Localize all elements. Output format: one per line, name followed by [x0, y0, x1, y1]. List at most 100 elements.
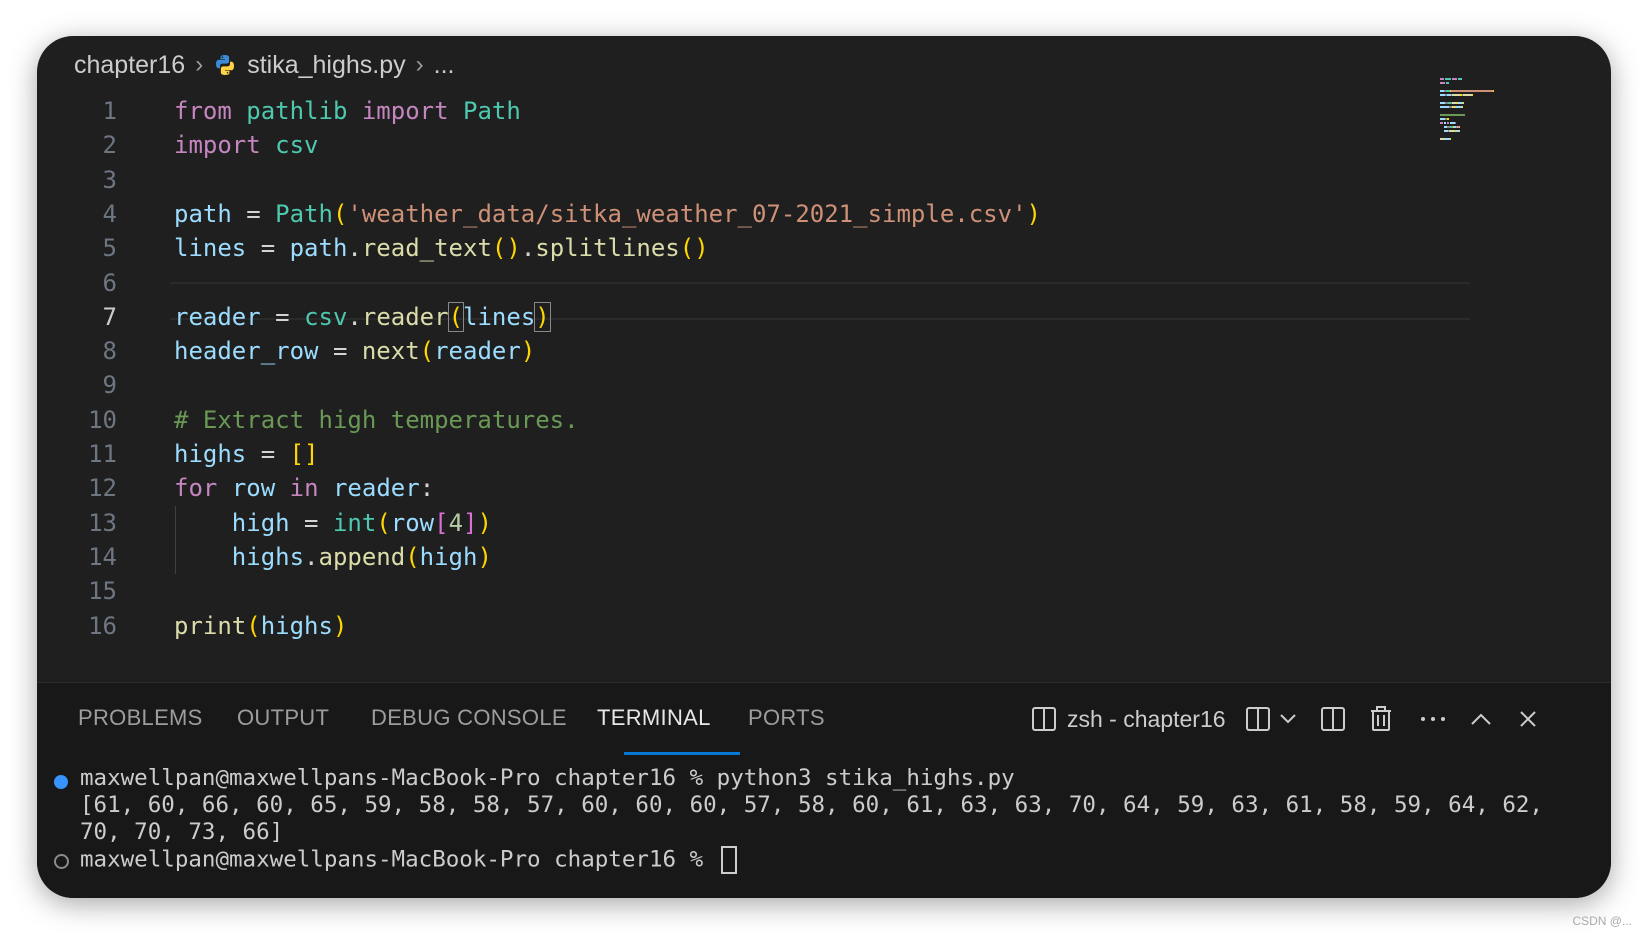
maximize-chevron-up-icon [1470, 712, 1492, 726]
code-token: pathlib [246, 97, 348, 125]
code-text: # Extract high temperatures. [174, 402, 579, 438]
code-token: ( [376, 508, 391, 537]
minimap-stroke [1449, 138, 1451, 140]
command-empty-dot [54, 854, 69, 869]
terminal-name: zsh - chapter16 [1067, 705, 1226, 732]
minimap-stroke [1450, 90, 1494, 92]
new-terminal-split-button[interactable] [1245, 699, 1297, 739]
code-line[interactable]: 6 [37, 265, 1437, 301]
bottom-panel: PROBLEMS OUTPUT DEBUG CONSOLE TERMINAL P… [37, 682, 1611, 898]
code-token: next [361, 337, 420, 366]
split-terminal-icon [1245, 706, 1271, 732]
close-panel-button[interactable] [1518, 699, 1538, 739]
minimap-stroke [1462, 94, 1472, 96]
tab-debug-console[interactable]: DEBUG CONSOLE [371, 705, 567, 731]
code-line[interactable]: 13 high = int(row[4]) [37, 505, 1437, 541]
code-line[interactable]: 11 highs = [] [37, 436, 1437, 472]
tab-terminal[interactable]: TERMINAL [597, 705, 711, 731]
terminal-selector[interactable]: zsh - chapter16 [1031, 699, 1226, 739]
line-number: 15 [88, 577, 117, 606]
code-line[interactable]: 16 print(highs) [37, 608, 1437, 644]
minimap-stroke [1458, 126, 1460, 128]
code-token: [ [434, 508, 449, 537]
code-line[interactable]: 9 [37, 367, 1437, 403]
code-token: . [347, 302, 362, 331]
split-editor-icon [1320, 706, 1346, 732]
minimap-stroke [1461, 106, 1463, 108]
code-line[interactable]: 8 header_row = next(reader) [37, 333, 1437, 369]
code-text: high = int(row[4]) [174, 505, 492, 541]
code-line[interactable]: 1 from pathlib import Path [37, 93, 1437, 129]
chevron-right-icon: › [415, 51, 424, 78]
code-line[interactable]: 4 path = Path('weather_data/sitka_weather… [37, 196, 1437, 232]
terminal-output-line: [61, 60, 66, 60, 65, 59, 58, 58, 57, 60,… [80, 792, 1543, 818]
code-token: = [318, 337, 362, 366]
code-token: row [231, 474, 276, 503]
code-token: import [361, 97, 449, 125]
code-text: lines = path.read_text().splitlines() [174, 230, 709, 266]
code-token: lines [463, 302, 536, 331]
terminal-prompt: maxwellpan@maxwellpans-MacBook-Pro chapt… [80, 846, 717, 873]
terminal-command: python3 stika_highs.py [716, 765, 1015, 791]
code-token: csv [304, 302, 348, 331]
minimap-stroke [1440, 82, 1446, 84]
code-line[interactable]: 3 [37, 162, 1437, 198]
code-line[interactable]: 12 for row in reader: [37, 470, 1437, 506]
maximize-panel-button[interactable] [1470, 699, 1492, 739]
code-token: ] [463, 508, 478, 537]
code-line[interactable]: 10 # Extract high temperatures. [37, 402, 1437, 438]
chevron-down-icon[interactable] [1279, 713, 1297, 725]
code-token: highs [174, 440, 247, 468]
code-editor[interactable]: 1 from pathlib import Path 2 import csv 3 4 pa… [37, 94, 1611, 714]
code-token: ( [419, 337, 435, 366]
tab-ports[interactable]: PORTS [748, 705, 825, 731]
code-token: append [318, 542, 406, 571]
code-token: [] [289, 440, 319, 468]
breadcrumb-folder[interactable]: chapter16 [74, 51, 185, 80]
panel-tabs: PROBLEMS OUTPUT DEBUG CONSOLE TERMINAL P… [37, 683, 1611, 755]
code-token: ) [477, 542, 492, 571]
line-number: 3 [102, 165, 117, 194]
code-token: reader [174, 302, 261, 331]
breadcrumb-file[interactable]: stika_highs.py [247, 51, 405, 80]
code-token: reader [361, 302, 449, 331]
kill-terminal-button[interactable] [1369, 699, 1393, 739]
code-token: high [419, 542, 478, 571]
code-text: print(highs) [174, 608, 347, 644]
split-editor-button[interactable] [1320, 699, 1346, 739]
code-token: . [347, 234, 362, 263]
code-line[interactable]: 14 highs.append(high) [37, 539, 1437, 575]
line-number: 2 [102, 131, 117, 160]
code-line[interactable]: 2 import csv [37, 127, 1437, 163]
code-text: header_row = next(reader) [174, 333, 535, 369]
code-token: high [231, 508, 290, 537]
code-token: . [304, 542, 319, 571]
code-text: highs.append(high) [174, 539, 492, 575]
breadcrumb-more[interactable]: ... [434, 51, 455, 80]
more-actions-button[interactable] [1420, 699, 1446, 739]
tab-problems[interactable]: PROBLEMS [78, 705, 203, 731]
code-token: for [174, 474, 218, 503]
command-status-dot [54, 775, 68, 789]
code-token: ( [332, 199, 348, 228]
code-text: for row in reader: [174, 470, 434, 506]
line-number: 13 [88, 508, 117, 537]
code-token: print [174, 611, 247, 640]
line-number: 1 [102, 97, 117, 125]
code-token: ) [534, 301, 551, 332]
watermark: CSDN @... [1572, 914, 1632, 928]
minimap[interactable] [1440, 78, 1565, 144]
line-number: 16 [88, 611, 117, 640]
code-line[interactable]: 5 lines = path.read_text().splitlines() [37, 230, 1437, 266]
code-line[interactable]: 7 reader = csv.reader(lines) [37, 299, 1437, 335]
terminal-cursor [720, 846, 737, 874]
code-line[interactable]: 15 [37, 573, 1437, 609]
code-text: from pathlib import Path [174, 93, 521, 129]
tab-output[interactable]: OUTPUT [237, 705, 329, 731]
line-number: 6 [102, 268, 117, 297]
vscode-window: chapter16 › stika_highs.py › ... 1 from p… [37, 36, 1611, 898]
code-token: reader [332, 474, 420, 503]
line-number: 8 [102, 337, 117, 366]
